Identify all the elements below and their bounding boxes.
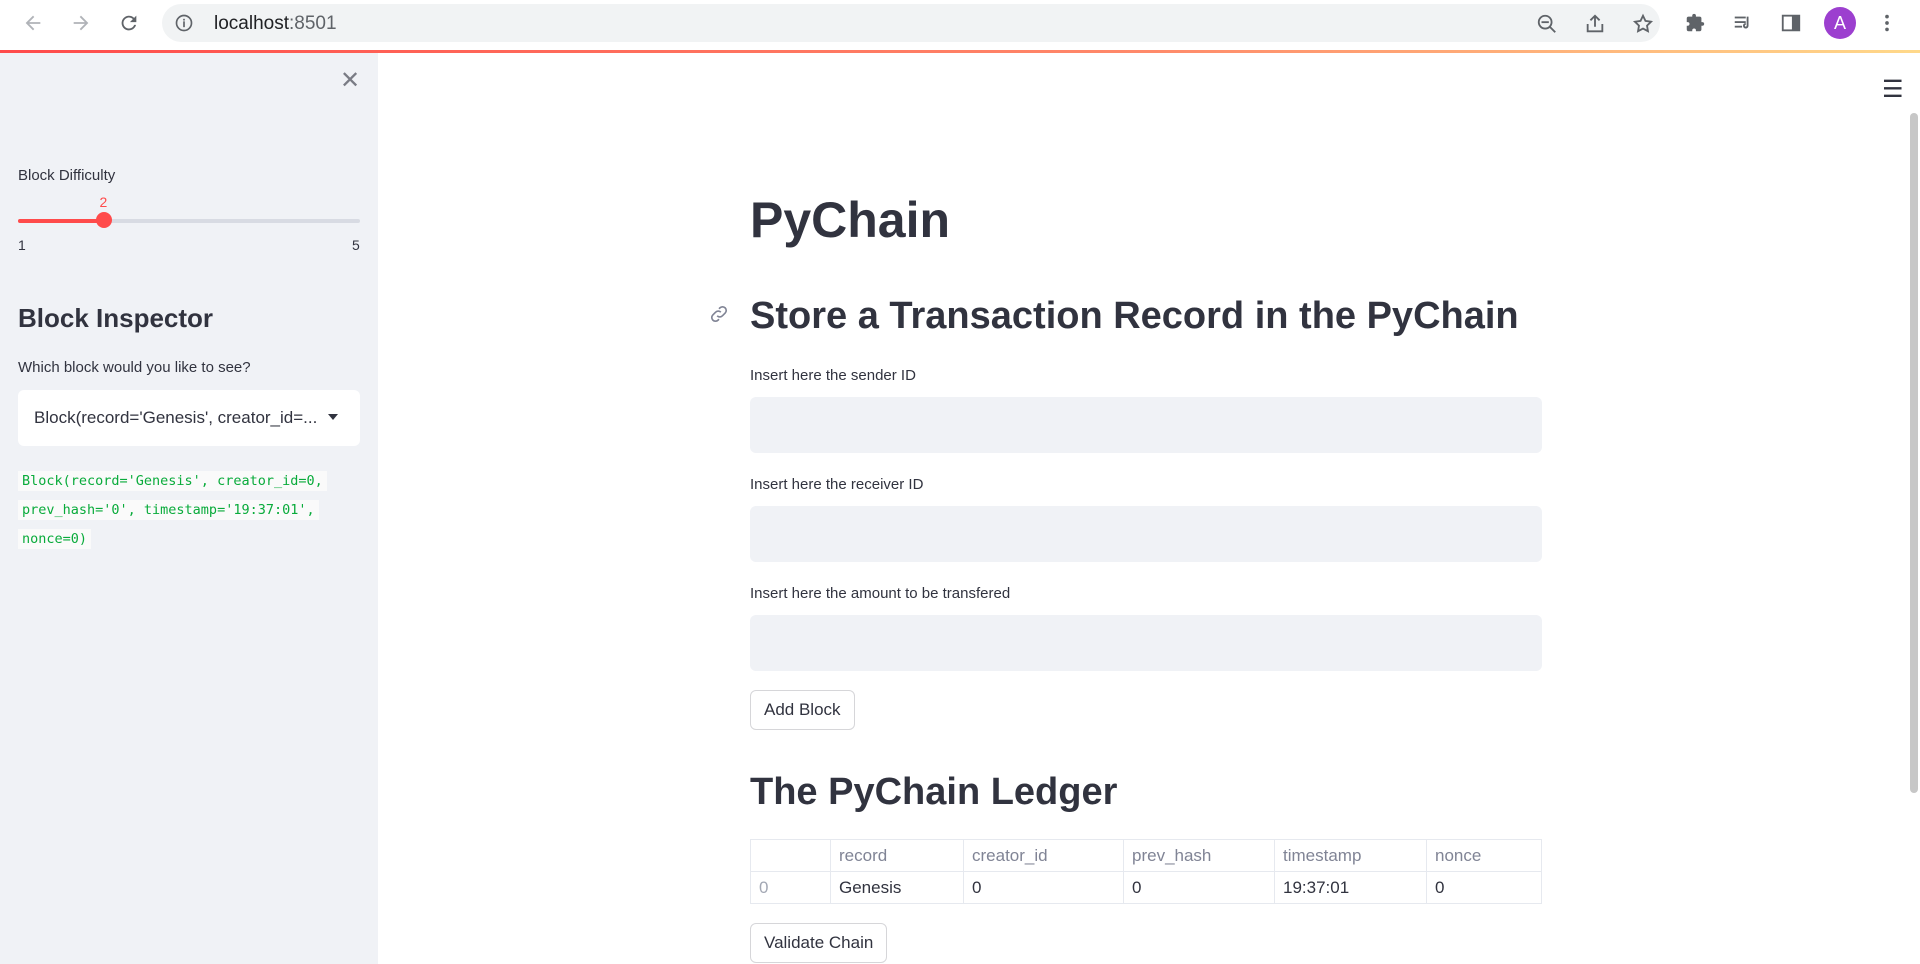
code-line: Block(record='Genesis', creator_id=0, [18, 471, 327, 491]
slider-min-label: 1 [18, 237, 26, 253]
column-header[interactable]: record [830, 839, 964, 872]
chevron-down-icon [328, 414, 338, 420]
difficulty-slider-thumb[interactable] [95, 212, 112, 228]
site-info-icon[interactable] [174, 13, 194, 33]
url-text: localhost:8501 [214, 13, 337, 34]
close-sidebar-icon[interactable]: ✕ [338, 69, 362, 93]
reload-icon[interactable] [115, 9, 143, 37]
extensions-icon[interactable] [1684, 12, 1706, 34]
table-cell: 0 [963, 871, 1124, 904]
table-cell: Genesis [830, 871, 964, 904]
profile-avatar[interactable]: A [1824, 7, 1856, 39]
table-cell: 0 [1123, 871, 1275, 904]
browser-toolbar: localhost:8501 A [0, 0, 1920, 46]
column-header[interactable] [750, 839, 831, 872]
block-inspector-heading: Block Inspector [18, 303, 214, 333]
difficulty-slider-track[interactable] [18, 219, 360, 223]
slider-max-label: 5 [352, 237, 360, 253]
sender-label: Insert here the sender ID [750, 367, 916, 384]
column-header[interactable]: creator_id [963, 839, 1124, 872]
hamburger-menu-icon[interactable]: ☰ [1882, 75, 1904, 104]
table-row: 0 Genesis 0 0 19:37:01 0 [750, 871, 1542, 904]
zoom-out-icon[interactable] [1536, 13, 1558, 35]
block-select-value: Block(record='Genesis', creator_id=... [34, 408, 318, 427]
code-line: nonce=0) [18, 529, 92, 549]
column-header[interactable]: prev_hash [1123, 839, 1275, 872]
address-bar[interactable]: localhost:8501 [162, 4, 1660, 42]
side-panel-icon[interactable] [1780, 12, 1802, 34]
table-cell: 19:37:01 [1274, 871, 1427, 904]
sender-id-input[interactable] [750, 397, 1542, 453]
receiver-label: Insert here the receiver ID [750, 476, 924, 493]
back-icon[interactable] [19, 9, 47, 37]
main-content: ☰ PyChain Store a Transaction Record in … [378, 53, 1920, 964]
sidebar: ✕ Block Difficulty 2 1 5 Block Inspector… [0, 53, 378, 964]
column-header[interactable]: nonce [1426, 839, 1542, 872]
bookmark-star-icon[interactable] [1632, 13, 1654, 35]
ledger-table: record creator_id prev_hash timestamp no… [750, 839, 1542, 904]
anchor-link-icon[interactable] [708, 303, 730, 325]
block-code-output: Block(record='Genesis', creator_id=0, pr… [18, 467, 358, 554]
share-icon[interactable] [1584, 13, 1606, 35]
store-transaction-heading: Store a Transaction Record in the PyChai… [750, 295, 1519, 337]
table-header-row: record creator_id prev_hash timestamp no… [750, 839, 1542, 872]
media-control-icon[interactable] [1732, 12, 1754, 34]
block-select[interactable]: Block(record='Genesis', creator_id=... [18, 390, 360, 446]
browser-menu-icon[interactable] [1876, 12, 1898, 34]
slider-fill [18, 219, 104, 223]
amount-input[interactable] [750, 615, 1542, 671]
page-title: PyChain [750, 192, 951, 248]
scrollbar[interactable] [1910, 113, 1918, 793]
table-cell: 0 [1426, 871, 1542, 904]
forward-icon[interactable] [67, 9, 95, 37]
row-index: 0 [750, 871, 831, 904]
validate-chain-button[interactable]: Validate Chain [750, 923, 888, 963]
block-select-label: Which block would you like to see? [18, 359, 251, 376]
receiver-id-input[interactable] [750, 506, 1542, 562]
slider-value: 2 [99, 194, 108, 210]
amount-label: Insert here the amount to be transfered [750, 585, 1011, 602]
column-header[interactable]: timestamp [1274, 839, 1427, 872]
ledger-heading: The PyChain Ledger [750, 771, 1118, 813]
code-line: prev_hash='0', timestamp='19:37:01', [18, 500, 319, 520]
add-block-button[interactable]: Add Block [750, 690, 855, 730]
slider-label: Block Difficulty [18, 167, 116, 184]
